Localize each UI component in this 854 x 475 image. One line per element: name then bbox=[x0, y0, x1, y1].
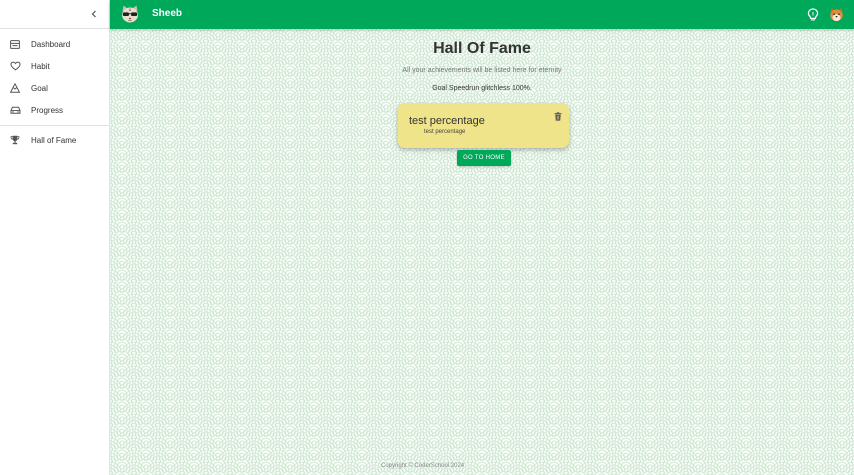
achievement-description: test percentage bbox=[424, 129, 466, 135]
sidebar-item-dashboard[interactable]: Dashboard bbox=[0, 33, 109, 55]
heart-icon bbox=[9, 60, 21, 72]
sidebar-divider bbox=[0, 125, 109, 126]
sidebar-item-hall-of-fame[interactable]: Hall of Fame bbox=[0, 129, 109, 151]
copyright-text: Copyright © CoderSchool 2024 bbox=[381, 463, 465, 469]
trophy-icon bbox=[9, 134, 21, 146]
trash-icon[interactable] bbox=[554, 108, 562, 121]
sidebar-item-label: Dashboard bbox=[31, 39, 71, 49]
app-name: Sheeb bbox=[152, 8, 183, 19]
sidebar-item-label: Goal bbox=[31, 83, 48, 93]
achievement-status: Goal Speedrun glitchless 100%. bbox=[432, 85, 532, 92]
sidebar-item-label: Hall of Fame bbox=[31, 135, 77, 145]
page-subtitle: All your achievements will be listed her… bbox=[402, 67, 562, 74]
app-header: Sheeb bbox=[110, 0, 854, 29]
shiba-avatar-icon[interactable] bbox=[829, 7, 844, 22]
dashboard-icon bbox=[9, 38, 21, 50]
sidebar-item-goal[interactable]: Goal bbox=[0, 77, 109, 99]
achievement-card[interactable]: test percentage test percentage bbox=[398, 103, 569, 148]
mountain-icon bbox=[9, 82, 21, 94]
sidebar-nav: Dashboard Habit Goal Progress Hall of Fa… bbox=[0, 29, 109, 151]
sidebar-item-label: Habit bbox=[31, 61, 50, 71]
hall-of-fame-page: Hall Of Fame All your achievements will … bbox=[110, 29, 854, 475]
sidebar-header bbox=[0, 0, 109, 29]
sidebar-item-progress[interactable]: Progress bbox=[0, 99, 109, 121]
sidebar: Dashboard Habit Goal Progress Hall of Fa… bbox=[0, 0, 110, 475]
chevron-left-icon[interactable] bbox=[87, 7, 101, 21]
lightbulb-icon[interactable] bbox=[807, 8, 819, 22]
main-content: Hall Of Fame All your achievements will … bbox=[110, 29, 854, 475]
go-to-home-button[interactable]: GO TO HOME bbox=[457, 150, 511, 166]
achievement-title: test percentage bbox=[409, 115, 485, 127]
car-icon bbox=[9, 104, 21, 116]
sidebar-item-habit[interactable]: Habit bbox=[0, 55, 109, 77]
page-title: Hall Of Fame bbox=[433, 40, 531, 57]
cat-sunglasses-icon[interactable] bbox=[120, 4, 140, 24]
sidebar-item-label: Progress bbox=[31, 105, 64, 115]
